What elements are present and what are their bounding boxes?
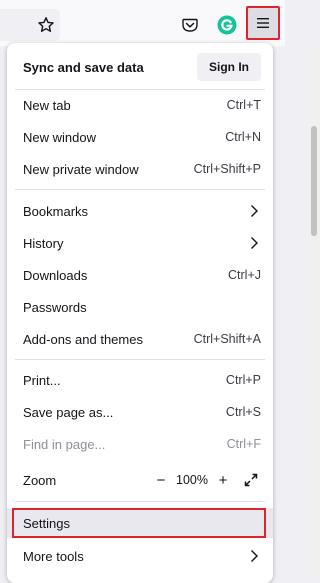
chevron-right-icon: [247, 549, 261, 563]
browser-toolbar: [0, 0, 285, 46]
pocket-button[interactable]: [178, 13, 202, 37]
menu-item-shortcut: Ctrl+N: [225, 130, 261, 144]
menu-item-label: Add-ons and themes: [23, 331, 143, 347]
menu-item-label: New window: [23, 129, 96, 145]
zoom-reset-button[interactable]: 100%: [171, 473, 213, 487]
menu-item-save-page-as[interactable]: Save page as... Ctrl+S: [7, 396, 273, 428]
menu-item-more-tools[interactable]: More tools: [7, 540, 273, 572]
menu-item-label: New tab: [23, 97, 71, 113]
scrollbar-thumb[interactable]: [311, 126, 317, 236]
hamburger-menu-icon: [257, 18, 269, 28]
separator: [15, 189, 265, 190]
chevron-right-icon: [247, 204, 261, 218]
menu-item-label: Bookmarks: [23, 203, 89, 219]
zoom-out-button[interactable]: −: [151, 470, 171, 490]
separator: [15, 359, 265, 360]
page-scrollbar[interactable]: [308, 46, 320, 579]
zoom-controls: − 100% +: [151, 470, 261, 490]
grammarly-button[interactable]: [215, 13, 239, 37]
menu-item-label: History: [23, 235, 64, 251]
menu-item-zoom: Zoom − 100% +: [7, 464, 273, 496]
menu-item-shortcut: Ctrl+P: [225, 373, 261, 387]
menu-item-passwords[interactable]: Passwords: [7, 291, 273, 323]
menu-item-shortcut: Ctrl+J: [228, 268, 261, 282]
menu-item-history[interactable]: History: [7, 227, 273, 259]
menu-item-label: New private window: [23, 161, 139, 177]
menu-item-find-in-page[interactable]: Find in page... Ctrl+F: [7, 428, 273, 460]
open-menu-button[interactable]: [246, 6, 280, 40]
menu-item-downloads[interactable]: Downloads Ctrl+J: [7, 259, 273, 291]
fullscreen-icon: [244, 473, 258, 487]
sign-in-button[interactable]: Sign In: [197, 53, 261, 81]
menu-item-shortcut: Ctrl+Shift+A: [193, 332, 261, 346]
menu-item-label: Find in page...: [23, 436, 106, 452]
pocket-icon: [182, 18, 198, 32]
menu-item-label: Downloads: [23, 267, 88, 283]
menu-item-shortcut: Ctrl+F: [226, 437, 261, 451]
grammarly-icon: [217, 15, 237, 35]
menu-item-label: Zoom: [23, 472, 57, 488]
menu-item-shortcut: Ctrl+Shift+P: [193, 162, 261, 176]
menu-item-new-tab[interactable]: New tab Ctrl+T: [7, 89, 273, 121]
app-menu-panel: Sync and save data Sign In New tab Ctrl+…: [7, 43, 273, 583]
menu-item-print[interactable]: Print... Ctrl+P: [7, 364, 273, 396]
menu-item-label: Print...: [23, 372, 61, 388]
settings-highlight-box: [12, 508, 266, 538]
separator: [15, 501, 265, 502]
menu-item-new-window[interactable]: New window Ctrl+N: [7, 121, 273, 153]
menu-item-label: Passwords: [23, 299, 87, 315]
star-icon: [38, 17, 54, 32]
chevron-right-icon: [247, 236, 261, 250]
zoom-in-button[interactable]: +: [213, 470, 233, 490]
menu-item-label: Save page as...: [23, 404, 114, 420]
menu-item-addons-and-themes[interactable]: Add-ons and themes Ctrl+Shift+A: [7, 323, 273, 355]
menu-item-bookmarks[interactable]: Bookmarks: [7, 195, 273, 227]
bookmark-star-button[interactable]: [33, 12, 59, 38]
fullscreen-button[interactable]: [241, 470, 261, 490]
menu-item-label: More tools: [23, 548, 84, 564]
menu-item-new-private-window[interactable]: New private window Ctrl+Shift+P: [7, 153, 273, 185]
menu-item-shortcut: Ctrl+S: [225, 405, 261, 419]
menu-item-shortcut: Ctrl+T: [226, 98, 261, 112]
